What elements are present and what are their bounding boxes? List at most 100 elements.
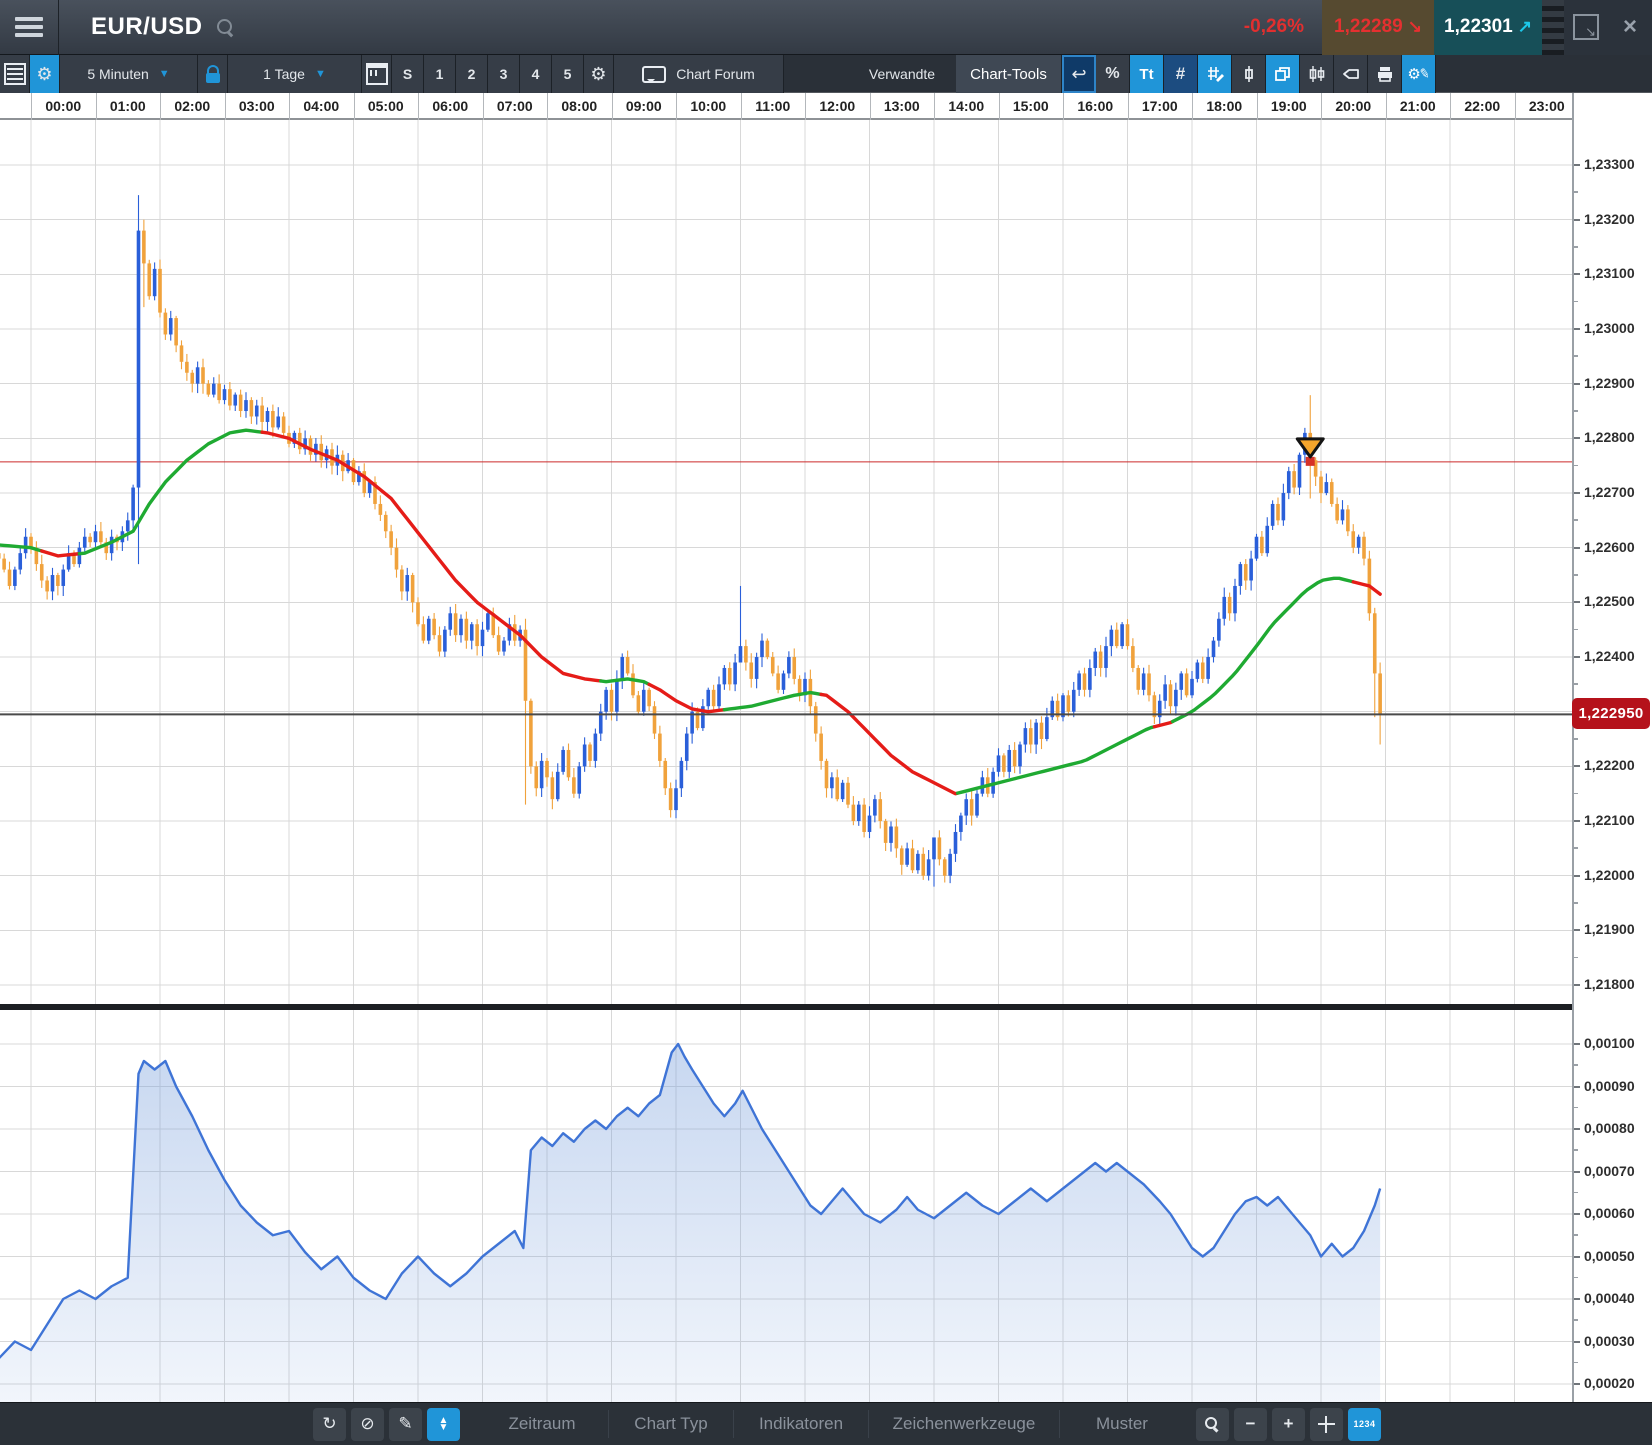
sort-button[interactable]: ▲▼ bbox=[427, 1408, 460, 1441]
news-list-button[interactable] bbox=[0, 55, 30, 93]
axis-tick bbox=[1574, 355, 1578, 357]
settings-button[interactable]: ⚙ bbox=[30, 55, 60, 93]
axis-tick bbox=[1574, 984, 1580, 986]
numbers-icon: 1234 bbox=[1353, 1419, 1375, 1429]
axis-label: 0,00030 bbox=[1584, 1333, 1635, 1349]
axis-tick bbox=[1574, 1043, 1580, 1045]
axis-label: 1,22000 bbox=[1584, 867, 1635, 883]
axis-label: 1,21900 bbox=[1584, 921, 1635, 937]
pattern-tag-button[interactable] bbox=[1334, 55, 1368, 93]
axis-label: 1,23100 bbox=[1584, 265, 1635, 281]
tick-button-s[interactable]: S bbox=[392, 55, 424, 93]
axis-tick bbox=[1574, 793, 1578, 795]
undo-button[interactable]: ↩ bbox=[1062, 55, 1096, 93]
menu-icon[interactable] bbox=[0, 0, 58, 55]
axis-label: 0,00050 bbox=[1584, 1248, 1635, 1264]
tick-button-1[interactable]: 1 bbox=[424, 55, 456, 93]
time-axis-label: 21:00 bbox=[1386, 93, 1451, 120]
time-axis-label: 08:00 bbox=[547, 93, 612, 120]
time-axis-label: 14:00 bbox=[934, 93, 999, 120]
chart-tools-button[interactable]: Chart-Tools bbox=[956, 55, 1062, 93]
axis-tick bbox=[1574, 765, 1580, 767]
chevron-down-icon: ▼ bbox=[159, 68, 170, 80]
axis-tick bbox=[1574, 1128, 1580, 1130]
tick-button-4[interactable]: 4 bbox=[520, 55, 552, 93]
interval-label: 5 Minuten bbox=[87, 66, 148, 82]
axis-tick bbox=[1574, 902, 1578, 904]
price-axis[interactable]: 1,233001,232001,231001,230001,229001,228… bbox=[1572, 93, 1652, 1402]
drag-grip[interactable] bbox=[1542, 0, 1564, 55]
axis-label: 1,22800 bbox=[1584, 429, 1635, 445]
chart-forum-button[interactable]: Chart Forum bbox=[614, 55, 784, 93]
chart-forum-label: Chart Forum bbox=[676, 66, 755, 82]
grid-button[interactable]: # bbox=[1164, 55, 1198, 93]
menu-indikatoren[interactable]: Indikatoren bbox=[736, 1414, 866, 1434]
axis-tick bbox=[1574, 1213, 1580, 1215]
axis-label: 1,22100 bbox=[1584, 812, 1635, 828]
percent-scale-button[interactable]: % bbox=[1096, 55, 1130, 93]
popout-button[interactable] bbox=[1564, 0, 1608, 55]
price-up-arrow-icon: ↗ bbox=[1518, 17, 1532, 37]
clear-drawings-button[interactable]: ⊘ bbox=[351, 1408, 384, 1441]
interval-dropdown[interactable]: 5 Minuten ▼ bbox=[60, 55, 198, 93]
axis-tick bbox=[1574, 1149, 1578, 1151]
menu-zeitraum[interactable]: Zeitraum bbox=[478, 1414, 606, 1434]
print-button[interactable] bbox=[1368, 55, 1402, 93]
lock-button[interactable] bbox=[198, 55, 228, 93]
calendar-button[interactable] bbox=[362, 55, 392, 93]
indicator-chart-canvas[interactable] bbox=[0, 1010, 1572, 1402]
tick-button-5[interactable]: 5 bbox=[552, 55, 584, 93]
sell-price-button[interactable]: 1,22289 ↘ bbox=[1322, 0, 1434, 55]
candlestick-type-button[interactable] bbox=[1232, 55, 1266, 93]
zoom-in-button[interactable]: + bbox=[1272, 1408, 1305, 1441]
zoom-out-button[interactable]: − bbox=[1234, 1408, 1267, 1441]
axis-tick bbox=[1574, 1064, 1578, 1066]
axis-tick bbox=[1574, 383, 1580, 385]
grid-edit-button[interactable] bbox=[1198, 55, 1232, 93]
list-icon bbox=[4, 63, 26, 85]
refresh-button[interactable]: ↻ bbox=[313, 1408, 346, 1441]
range-dropdown[interactable]: 1 Tage ▼ bbox=[228, 55, 362, 93]
axis-tick bbox=[1574, 574, 1578, 576]
zoom-search-button[interactable] bbox=[1196, 1408, 1229, 1441]
close-button[interactable]: × bbox=[1608, 0, 1652, 55]
axis-tick bbox=[1574, 410, 1578, 412]
plus-icon: + bbox=[1284, 1414, 1294, 1434]
axis-tick bbox=[1574, 1171, 1580, 1173]
sell-price: 1,22289 bbox=[1334, 16, 1403, 38]
time-axis-label: 15:00 bbox=[999, 93, 1064, 120]
draw-button[interactable]: ✎ bbox=[389, 1408, 422, 1441]
chart-settings-button[interactable]: ⚙ bbox=[584, 55, 614, 93]
time-axis-label: 05:00 bbox=[354, 93, 419, 120]
pencil-icon: ✎ bbox=[398, 1414, 412, 1434]
tick-button-2[interactable]: 2 bbox=[456, 55, 488, 93]
tick-button-3[interactable]: 3 bbox=[488, 55, 520, 93]
time-axis-label: 17:00 bbox=[1128, 93, 1193, 120]
price-chart-canvas[interactable] bbox=[0, 120, 1572, 1004]
compare-button[interactable] bbox=[1300, 55, 1334, 93]
menu-chart-typ[interactable]: Chart Typ bbox=[611, 1414, 731, 1434]
related-button[interactable]: Verwandte bbox=[848, 55, 956, 93]
layouts-button[interactable] bbox=[1266, 55, 1300, 93]
crosshair-button[interactable] bbox=[1310, 1408, 1343, 1441]
printer-icon bbox=[1375, 64, 1395, 84]
buy-price-button[interactable]: 1,22301 ↗ bbox=[1434, 0, 1542, 55]
axis-tick bbox=[1574, 492, 1580, 494]
chevron-down-icon: ▼ bbox=[315, 68, 326, 80]
divider bbox=[58, 0, 59, 55]
price-display-button[interactable]: 1234 bbox=[1348, 1408, 1381, 1441]
back-arrow-icon: ↩ bbox=[1071, 65, 1086, 83]
time-axis-label: 20:00 bbox=[1321, 93, 1386, 120]
edit-settings-button[interactable]: ⚙✎ bbox=[1402, 55, 1436, 93]
menu-muster[interactable]: Muster bbox=[1062, 1414, 1182, 1434]
text-tool-button[interactable]: Tt bbox=[1130, 55, 1164, 93]
menu-zeichenwerkzeuge[interactable]: Zeichenwerkzeuge bbox=[871, 1414, 1057, 1434]
time-axis-label: 02:00 bbox=[160, 93, 225, 120]
refresh-icon: ↻ bbox=[322, 1414, 336, 1434]
axis-label: 0,00020 bbox=[1584, 1375, 1635, 1391]
axis-tick bbox=[1574, 656, 1580, 658]
range-label: 1 Tage bbox=[263, 66, 305, 82]
search-icon[interactable] bbox=[217, 19, 234, 36]
axis-tick bbox=[1574, 1298, 1580, 1300]
axis-label: 1,22500 bbox=[1584, 593, 1635, 609]
